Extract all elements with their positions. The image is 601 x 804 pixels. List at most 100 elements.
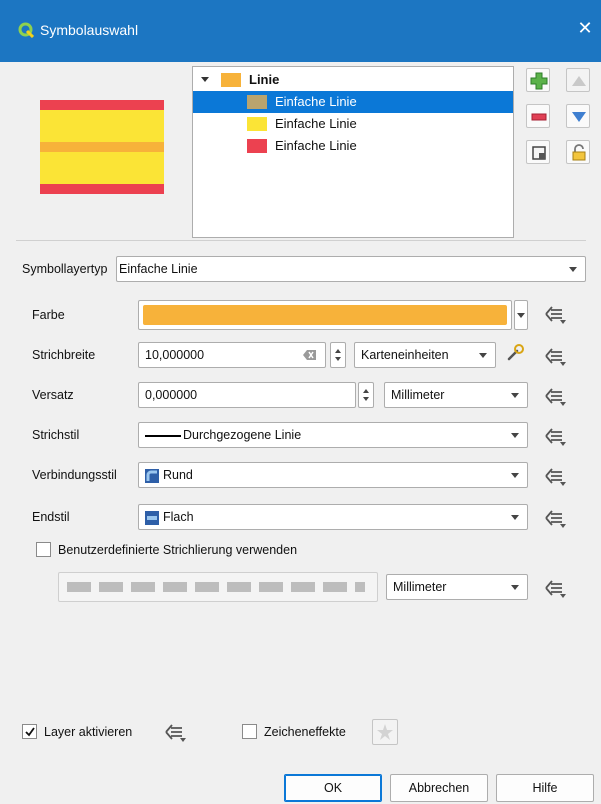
stroke-width-unit-value: Karteneinheiten (361, 348, 449, 362)
color-swatch (143, 305, 507, 325)
stroke-style-value: Durchgezogene Linie (183, 428, 302, 442)
stroke-width-label: Strichbreite (32, 348, 96, 362)
symbol-layer-type-select[interactable]: Einfache Linie (116, 256, 586, 282)
dialog-body: Linie Einfache Linie Einfache Linie Einf… (0, 62, 601, 804)
chevron-down-icon[interactable] (569, 267, 577, 272)
symbol-layer-type-value: Einfache Linie (119, 262, 198, 276)
remove-layer-button[interactable] (526, 104, 550, 128)
chevron-down-icon[interactable] (511, 515, 519, 520)
dash-segment (67, 582, 91, 592)
layer-swatch (247, 139, 267, 153)
root-swatch (221, 73, 241, 87)
offset-unit-select[interactable]: Millimeter (384, 382, 528, 408)
custom-dash-unit-select[interactable]: Millimeter (386, 574, 528, 600)
stroke-width-value: 10,000000 (145, 348, 205, 362)
wrench-icon[interactable] (504, 342, 526, 364)
stroke-width-unit-select[interactable]: Karteneinheiten (354, 342, 496, 368)
cap-style-select[interactable]: Flach (138, 504, 528, 530)
enable-layer-checkbox[interactable] (22, 724, 37, 739)
move-down-icon (572, 112, 586, 122)
draw-effects-button[interactable] (372, 719, 398, 745)
tree-root-item[interactable]: Linie (193, 69, 513, 91)
tree-item-label: Einfache Linie (275, 138, 357, 153)
custom-dash-unit-value: Millimeter (393, 580, 447, 594)
offset-unit-value: Millimeter (391, 388, 445, 402)
chevron-down-icon[interactable] (511, 393, 519, 398)
title-bar: Symbolauswahl ✕ (0, 0, 601, 62)
dash-segment (227, 582, 251, 592)
move-up-button[interactable] (566, 68, 590, 92)
dash-segment (195, 582, 219, 592)
dash-segment (163, 582, 187, 592)
effects-star-icon (377, 724, 393, 740)
tree-item-label: Einfache Linie (275, 94, 357, 109)
custom-dash-label: Benutzerdefinierte Strichlierung verwend… (58, 543, 298, 557)
add-layer-icon (530, 72, 548, 90)
data-defined-override-icon[interactable] (542, 506, 568, 530)
move-down-button[interactable] (566, 104, 590, 128)
dash-segment (131, 582, 155, 592)
layer-swatch (247, 117, 267, 131)
join-style-value: Rund (163, 468, 193, 482)
color-button[interactable] (138, 300, 512, 330)
stroke-style-select[interactable]: Durchgezogene Linie (138, 422, 528, 448)
join-style-label: Verbindungsstil (32, 468, 117, 482)
offset-input[interactable]: 0,000000 (138, 382, 356, 408)
clear-icon[interactable] (303, 349, 317, 361)
chevron-down-icon[interactable] (511, 585, 519, 590)
duplicate-layer-icon (532, 146, 546, 160)
symbol-layer-type-label: Symbollayertyp (22, 262, 108, 276)
layer-swatch (247, 95, 267, 109)
tree-root-label: Linie (249, 72, 280, 87)
round-join-icon (145, 468, 159, 483)
data-defined-override-icon[interactable] (542, 302, 568, 326)
chevron-down-icon[interactable] (517, 313, 525, 318)
divider (16, 240, 586, 241)
dash-segment (291, 582, 315, 592)
data-defined-override-icon[interactable] (542, 424, 568, 448)
data-defined-override-icon[interactable] (542, 384, 568, 408)
join-style-select[interactable]: Rund (138, 462, 528, 488)
add-layer-button[interactable] (526, 68, 550, 92)
chevron-down-icon[interactable] (479, 353, 487, 358)
solid-line-icon (145, 434, 181, 437)
dash-segment (259, 582, 283, 592)
offset-label: Versatz (32, 388, 74, 402)
cap-style-value: Flach (163, 510, 194, 524)
help-button[interactable]: Hilfe (496, 774, 594, 802)
dash-segment (99, 582, 123, 592)
dash-segment (323, 582, 347, 592)
data-defined-override-icon[interactable] (542, 464, 568, 488)
data-defined-override-icon[interactable] (542, 576, 568, 600)
chevron-down-icon[interactable] (511, 473, 519, 478)
data-defined-override-icon[interactable] (162, 720, 188, 744)
cancel-button[interactable]: Abbrechen (390, 774, 488, 802)
expand-arrow-icon[interactable] (201, 77, 209, 82)
duplicate-layer-button[interactable] (526, 140, 550, 164)
color-dropdown-button[interactable] (514, 300, 528, 330)
dash-segment (355, 582, 365, 592)
draw-effects-label: Zeicheneffekte (264, 725, 346, 739)
stroke-width-input[interactable]: 10,000000 (138, 342, 326, 368)
tree-item-3[interactable]: Einfache Linie (193, 135, 513, 157)
draw-effects-checkbox[interactable] (242, 724, 257, 739)
custom-dash-pattern-button[interactable] (58, 572, 378, 602)
stroke-width-spinner[interactable] (330, 342, 346, 368)
cap-style-label: Endstil (32, 510, 70, 524)
lock-button[interactable] (566, 140, 590, 164)
offset-spinner[interactable] (358, 382, 374, 408)
color-label: Farbe (32, 308, 65, 322)
custom-dash-checkbox[interactable] (36, 542, 51, 557)
offset-value: 0,000000 (145, 388, 198, 402)
symbol-layer-tree[interactable]: Linie Einfache Linie Einfache Linie Einf… (192, 66, 514, 238)
qgis-logo-icon (18, 22, 34, 38)
stroke-style-label: Strichstil (32, 428, 80, 442)
tree-item-2[interactable]: Einfache Linie (193, 113, 513, 135)
close-icon[interactable]: ✕ (575, 18, 595, 38)
window-title: Symbolauswahl (40, 22, 139, 38)
tree-item-1[interactable]: Einfache Linie (193, 91, 513, 113)
ok-button[interactable]: OK (284, 774, 382, 802)
flat-cap-icon (145, 510, 159, 525)
data-defined-override-icon[interactable] (542, 344, 568, 368)
chevron-down-icon[interactable] (511, 433, 519, 438)
